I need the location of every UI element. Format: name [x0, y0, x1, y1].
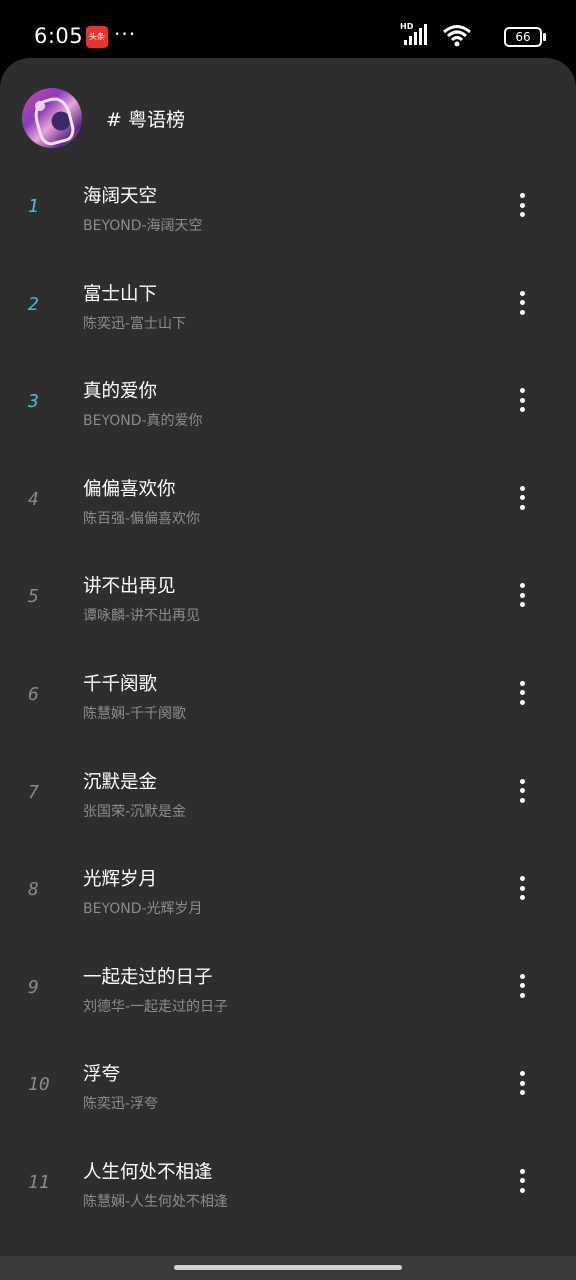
song-rank: 5 — [28, 586, 39, 608]
status-bar: 6:05 头条 ··· HD 66 — [0, 0, 576, 64]
song-artist-subtitle: 刘德华-一起走过的日子 — [83, 998, 229, 1015]
song-artist-subtitle: 陈百强-偏偏喜欢你 — [83, 510, 201, 527]
more-options-icon[interactable] — [508, 482, 536, 514]
more-options-icon[interactable] — [508, 579, 536, 611]
more-options-icon[interactable] — [508, 287, 536, 319]
song-rank: 11 — [28, 1171, 50, 1193]
song-title: 沉默是金 — [83, 771, 158, 793]
more-options-icon[interactable] — [508, 1067, 536, 1099]
song-row[interactable]: 6 千千阕歌陈慧娴-千千阕歌 — [0, 651, 576, 749]
battery-icon: 66 — [504, 27, 546, 47]
song-rank: 2 — [28, 293, 39, 315]
wifi-icon — [442, 24, 472, 48]
playlist-cover-avatar[interactable] — [22, 88, 82, 148]
more-notifications-icon: ··· — [114, 22, 137, 46]
navigation-bar — [0, 1256, 576, 1280]
song-artist-subtitle: 张国荣-沉默是金 — [83, 803, 187, 820]
song-rank: 8 — [28, 879, 39, 901]
song-title: 光辉岁月 — [83, 869, 158, 891]
playlist-sheet: # 粤语榜 1 海阔天空 BEYOND-海阔天空 2 富士山下陈奕迅-富士山下 3 真的爱你… — [0, 58, 576, 1280]
song-rank: 3 — [28, 391, 39, 413]
song-title: 真的爱你 — [83, 381, 158, 403]
song-title: 海阔天空 — [83, 186, 158, 207]
song-title: 偏偏喜欢你 — [83, 478, 176, 500]
song-title: 浮夸 — [83, 1064, 121, 1086]
song-artist-subtitle: 谭咏麟-讲不出再见 — [83, 608, 201, 625]
cellular-signal-icon: HD — [400, 22, 430, 46]
song-rank: 1 — [28, 196, 39, 217]
more-options-icon[interactable] — [508, 189, 536, 221]
song-artist-subtitle: 陈慧娴-人生何处不相逢 — [83, 1193, 229, 1210]
more-options-icon[interactable] — [508, 872, 536, 904]
home-indicator[interactable] — [174, 1265, 402, 1270]
more-options-icon[interactable] — [508, 775, 536, 807]
song-row[interactable]: 5 讲不出再见谭咏麟-讲不出再见 — [0, 553, 576, 651]
song-rank: 7 — [28, 781, 39, 803]
news-app-icon: 头条 — [86, 26, 108, 48]
song-row[interactable]: 9 一起走过的日子刘德华-一起走过的日子 — [0, 944, 576, 1042]
song-title: 一起走过的日子 — [83, 966, 213, 988]
song-title: 富士山下 — [83, 283, 158, 305]
song-title: 讲不出再见 — [83, 576, 176, 598]
song-row[interactable]: 8 光辉岁月 BEYOND-光辉岁月 — [0, 846, 576, 944]
song-row[interactable]: 1 海阔天空 BEYOND-海阔天空 — [0, 163, 576, 261]
song-row[interactable]: 3 真的爱你 BEYOND-真的爱你 — [0, 358, 576, 456]
song-artist-subtitle: 陈奕迅-富士山下 — [83, 315, 187, 332]
song-rank: 4 — [28, 488, 39, 510]
song-rank: 6 — [28, 683, 39, 705]
playlist-title: # 粤语榜 — [106, 109, 185, 131]
song-row[interactable]: 2 富士山下陈奕迅-富士山下 — [0, 261, 576, 359]
song-title: 人生何处不相逢 — [83, 1161, 213, 1183]
status-time: 6:05 — [34, 24, 84, 48]
song-rank: 9 — [28, 976, 39, 998]
more-options-icon[interactable] — [508, 677, 536, 709]
song-row[interactable]: 7 沉默是金张国荣-沉默是金 — [0, 749, 576, 847]
song-artist-subtitle: 陈慧娴-千千阕歌 — [83, 705, 187, 722]
song-title: 千千阕歌 — [83, 673, 158, 695]
song-artist-subtitle: BEYOND-光辉岁月 — [83, 901, 203, 918]
more-options-icon[interactable] — [508, 1165, 536, 1197]
song-list: 1 海阔天空 BEYOND-海阔天空 2 富士山下陈奕迅-富士山下 3 真的爱你 BEYOND… — [0, 163, 576, 1237]
song-artist-subtitle: 陈奕迅-浮夸 — [83, 1096, 159, 1113]
playlist-header: # 粤语榜 — [22, 88, 542, 148]
song-artist-subtitle: BEYOND-真的爱你 — [83, 413, 203, 430]
song-row[interactable]: 10 浮夸陈奕迅-浮夸 — [0, 1041, 576, 1139]
song-artist-subtitle: BEYOND-海阔天空 — [83, 218, 203, 234]
song-row[interactable]: 11 人生何处不相逢陈慧娴-人生何处不相逢 — [0, 1139, 576, 1237]
hd-label: HD — [400, 22, 414, 31]
song-row[interactable]: 4 偏偏喜欢你陈百强-偏偏喜欢你 — [0, 456, 576, 554]
more-options-icon[interactable] — [508, 384, 536, 416]
song-rank: 10 — [28, 1074, 50, 1096]
more-options-icon[interactable] — [508, 970, 536, 1002]
